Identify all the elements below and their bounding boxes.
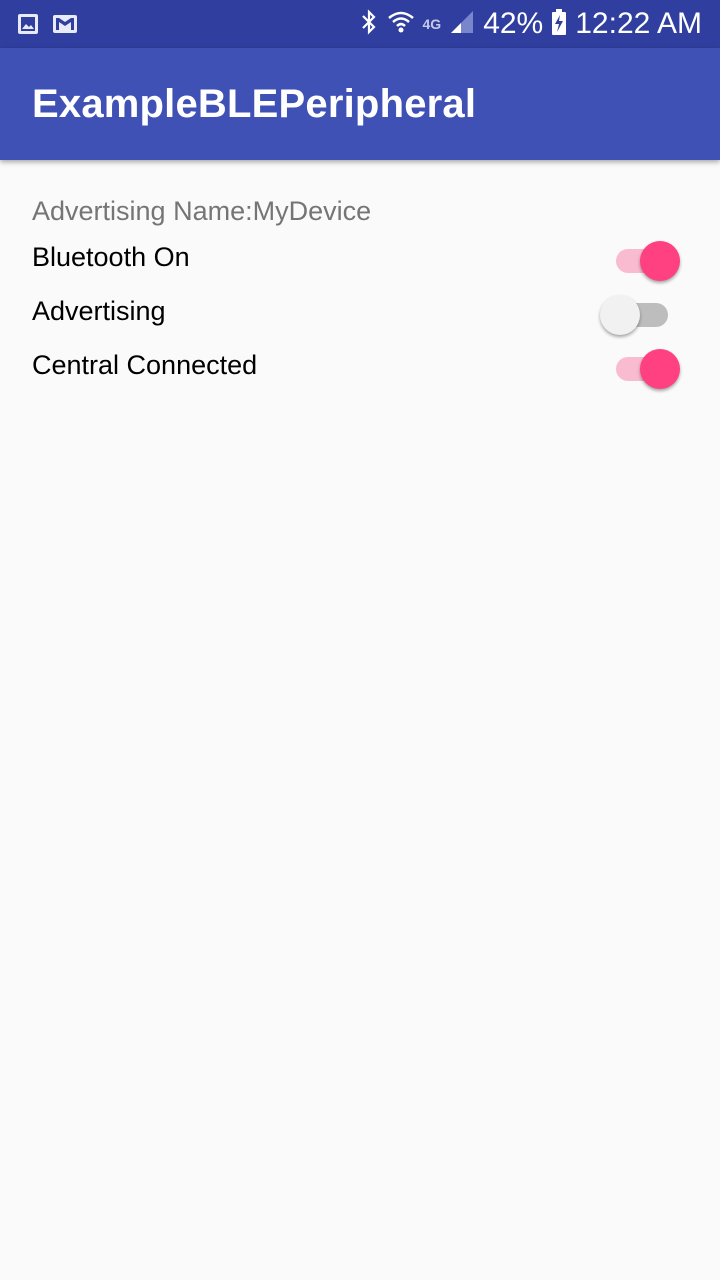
switch-thumb — [600, 295, 640, 335]
advertising-label: Advertising — [32, 296, 166, 326]
signal-icon — [449, 9, 475, 40]
central-connected-label: Central Connected — [32, 350, 258, 380]
advertising-switch[interactable] — [600, 292, 682, 335]
bluetooth-on-row[interactable]: Bluetooth On — [32, 234, 688, 282]
battery-charging-icon — [551, 8, 567, 41]
advertising-row[interactable]: Advertising — [32, 288, 688, 336]
switch-thumb — [640, 241, 680, 281]
central-connected-row[interactable]: Central Connected — [32, 342, 688, 390]
network-type-label: 4G — [422, 16, 442, 32]
page-title: ExampleBLEPeripheral — [32, 82, 477, 126]
image-icon — [16, 12, 40, 41]
bluetooth-on-label: Bluetooth On — [32, 242, 190, 272]
app-bar: ExampleBLEPeripheral — [0, 48, 720, 160]
status-system: 4G 42% 12:22 AM — [359, 0, 702, 48]
wifi-icon — [387, 8, 415, 41]
status-notifications — [16, 12, 78, 41]
advertising-name-label: Advertising Name:MyDevice — [32, 196, 372, 226]
clock: 12:22 AM — [575, 7, 702, 40]
bluetooth-on-switch[interactable] — [614, 238, 682, 281]
gmail-icon — [52, 12, 78, 41]
central-connected-switch[interactable] — [614, 346, 682, 389]
bluetooth-icon — [359, 8, 379, 41]
battery-percent: 42% — [483, 7, 544, 40]
status-bar: 4G 42% 12:22 AM — [0, 0, 720, 48]
switch-thumb — [640, 349, 680, 389]
